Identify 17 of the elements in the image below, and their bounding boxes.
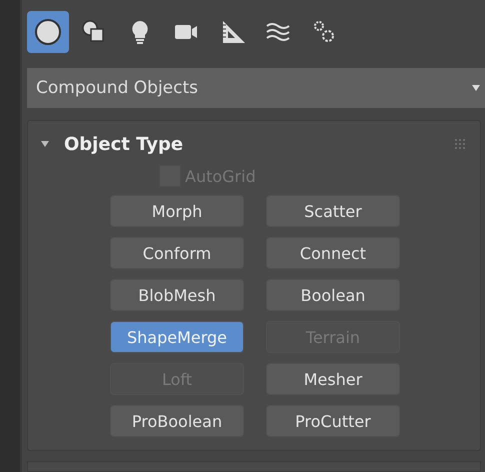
grip-icon[interactable] (454, 138, 466, 150)
object-type-button[interactable]: BlobMesh (110, 279, 244, 311)
object-type-button[interactable]: Boolean (266, 279, 400, 311)
object-type-button[interactable]: Scatter (266, 195, 400, 227)
object-type-button[interactable]: ProCutter (266, 405, 400, 437)
object-type-button[interactable]: ProBoolean (110, 405, 244, 437)
collapse-triangle-icon[interactable] (40, 139, 50, 149)
caret-icon (471, 84, 481, 92)
object-type-button[interactable]: Conform (110, 237, 244, 269)
object-type-button[interactable]: Mesher (266, 363, 400, 395)
object-type-button[interactable]: Connect (266, 237, 400, 269)
object-type-button[interactable]: ShapeMerge (110, 321, 244, 353)
category-dropdown[interactable]: Compound Objects (27, 68, 485, 108)
rollout-title[interactable]: Object Type (64, 134, 184, 154)
sphere-icon (33, 17, 63, 47)
object-type-button[interactable]: Morph (110, 195, 244, 227)
tab[interactable] (27, 11, 69, 53)
